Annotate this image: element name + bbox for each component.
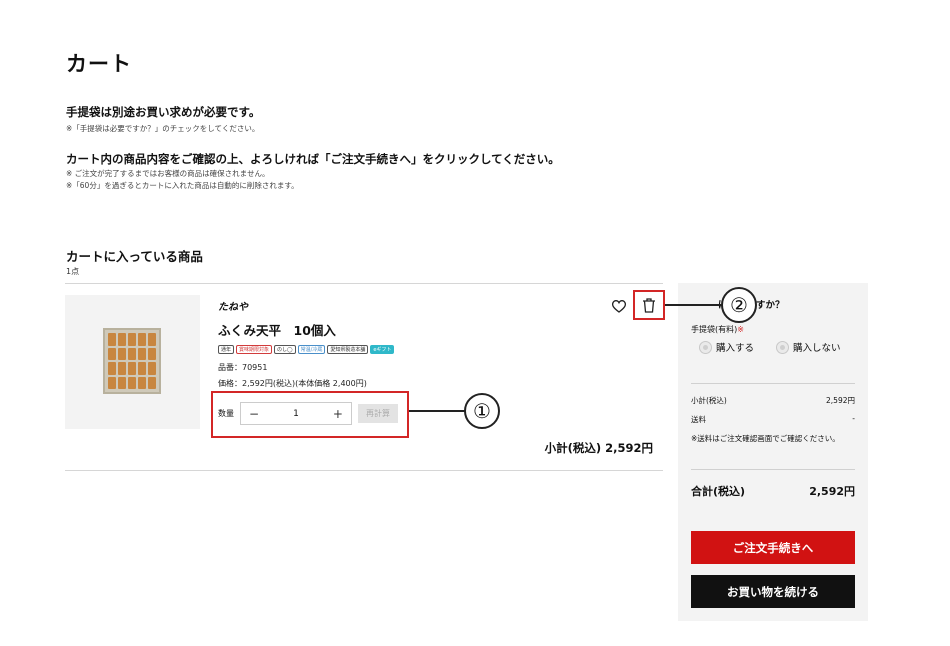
product-image[interactable] — [65, 295, 200, 429]
summary-shipping-value: - — [852, 414, 855, 423]
summary-total-value: 2,592円 — [809, 485, 855, 498]
product-sku: 品番：70951 — [218, 363, 268, 372]
summary-subtotal-row: 小計(税込) 2,592円 — [691, 395, 855, 406]
callout-number-1: ① — [464, 393, 500, 429]
tag-noshi: のし◯ — [274, 345, 296, 354]
cart-item-count: 1点 — [66, 267, 80, 276]
confirm-notice-heading: カート内の商品内容をご確認の上、よろしければ「ご注文手続きへ」をクリックしてくだ… — [66, 152, 560, 166]
summary-subtotal-label: 小計(税込) — [691, 396, 727, 405]
callout-highlight-delete — [633, 290, 665, 320]
product-tags: 通年 賞味期限対象 のし◯ 常温/冷蔵 愛知県製造本舗 eギフト — [218, 345, 395, 354]
tag-expiry: 賞味期限対象 — [236, 345, 273, 354]
bag-field-label: 手提袋(有料)※ — [691, 324, 744, 335]
order-summary-panel: は必要ですか？ 手提袋(有料)※ 購入する 購入しない 小計(税込) 2,592… — [678, 283, 868, 621]
summary-total-label: 合計(税込) — [691, 485, 746, 498]
tag-season: 通年 — [218, 345, 235, 354]
summary-subtotal-value: 2,592円 — [826, 396, 855, 405]
tag-origin: 愛知県製造本舗 — [327, 345, 369, 354]
confirm-notice-note-2: ※「60分」を過ぎるとカートに入れた商品は自動的に削除されます。 — [66, 181, 299, 190]
cart-top-divider — [65, 283, 663, 284]
bag-option-buy[interactable]: 購入する — [699, 340, 754, 354]
bag-option-nobuy-label[interactable]: 購入しない — [793, 340, 841, 354]
bag-field-label-text: 手提袋(有料) — [691, 325, 738, 334]
callout-highlight-quantity — [211, 391, 409, 438]
summary-divider-2 — [691, 469, 855, 470]
tag-temperature: 常温/冷蔵 — [297, 345, 326, 354]
summary-total-row: 合計(税込) 2,592円 — [691, 483, 855, 499]
callout-leader-2 — [665, 304, 723, 306]
page-title: カート — [66, 52, 132, 76]
bag-option-buy-label[interactable]: 購入する — [716, 340, 754, 354]
summary-divider-1 — [691, 383, 855, 384]
radio-nobuy[interactable] — [776, 340, 789, 354]
summary-shipping-label: 送料 — [691, 415, 706, 424]
shipping-note: ※送料はご注文確認画面でご確認ください。 — [691, 434, 840, 443]
checkout-button[interactable]: ご注文手続きへ — [691, 531, 855, 564]
radio-buy[interactable] — [699, 340, 712, 354]
tag-egift: eギフト — [370, 345, 395, 354]
required-mark: ※ — [737, 325, 744, 334]
product-name[interactable]: ふくみ天平 10個入 — [218, 320, 336, 339]
bag-notice-note: ※「手提袋は必要ですか？」のチェックをしてください。 — [66, 124, 260, 133]
product-box-illustration — [103, 328, 161, 394]
confirm-notice-note-1: ※ ご注文が完了するまではお客様の商品は確保されません。 — [66, 169, 270, 178]
bag-option-nobuy[interactable]: 購入しない — [776, 340, 841, 354]
cart-section-title: カートに入っている商品 — [66, 249, 203, 264]
item-subtotal: 小計(税込) 2,592円 — [544, 441, 653, 455]
callout-number-2: ② — [721, 287, 757, 323]
cart-bottom-divider — [65, 470, 663, 471]
continue-shopping-button[interactable]: お買い物を続ける — [691, 575, 855, 608]
brand-logo: たねや — [218, 302, 248, 313]
callout-leader-1 — [409, 410, 465, 412]
summary-shipping-row: 送料 - — [691, 414, 855, 425]
bag-notice-heading: 手提袋は別途お買い求めが必要です。 — [66, 105, 261, 119]
heart-icon[interactable] — [611, 298, 627, 314]
product-price: 価格：2,592円(税込)(本体価格 2,400円) — [218, 379, 367, 388]
